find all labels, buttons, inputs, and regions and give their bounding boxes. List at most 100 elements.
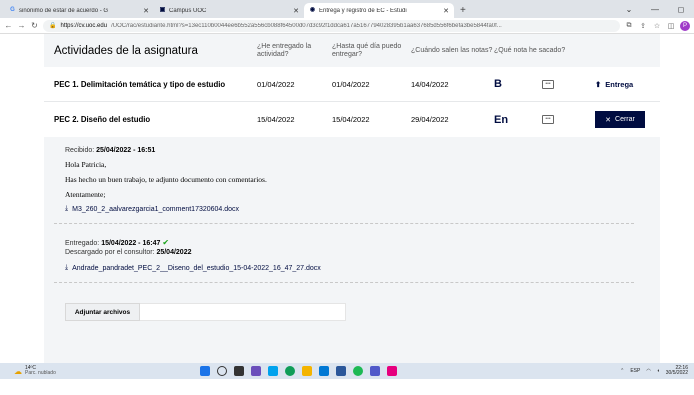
- weather-widget[interactable]: ☁ 14ºC Parc. nublado: [0, 366, 200, 376]
- file-explorer-icon[interactable]: [302, 366, 312, 376]
- column-header-deadline: ¿Hasta qué día puedo entregar?: [332, 42, 402, 58]
- tab-title: sinónimo de estar de acuerdo - G: [19, 7, 109, 14]
- forward-icon[interactable]: →: [17, 21, 26, 30]
- downloaded-label: Descargado por el consultor:: [65, 249, 155, 256]
- delivered-date: 01/04/2022: [257, 79, 295, 89]
- profile-avatar[interactable]: P: [680, 20, 690, 31]
- downloaded-line: Descargado por el consultor: 25/04/2022: [65, 249, 660, 256]
- chrome-icon[interactable]: [285, 366, 295, 376]
- table-row: PEC 2. Diseño del estudio 15/04/2022 15/…: [44, 102, 660, 137]
- delivered-date: 15/04/2022: [257, 115, 295, 124]
- share-icon[interactable]: ⇪: [638, 22, 648, 30]
- attach-files-button[interactable]: Adjuntar archivos: [65, 303, 140, 321]
- maximize-button[interactable]: ◻: [668, 5, 694, 14]
- google-icon: G: [10, 7, 15, 13]
- deadline-date: 15/04/2022: [332, 115, 370, 124]
- activity-name: PEC 2. Diseño del estudio: [54, 115, 151, 124]
- wifi-icon[interactable]: ◠: [646, 368, 650, 374]
- table-row: PEC 1. Delimitación temática y tipo de e…: [44, 67, 660, 102]
- submitted-file-link[interactable]: ⤓ Andrade_pandradet_PEC_2__Diseno_del_est…: [65, 264, 660, 272]
- upload-icon: ⬆: [595, 79, 602, 89]
- page-title: Actividades de la asignatura: [54, 44, 198, 57]
- volume-icon[interactable]: ◖: [657, 368, 660, 374]
- teams-icon[interactable]: [370, 366, 380, 376]
- back-icon[interactable]: ←: [4, 21, 13, 30]
- feedback-file-name: M3_260_2_aalvarezgarcia1_comment17320604…: [72, 205, 240, 213]
- system-tray: ⌃ ESP ◠ ◖ 22:16 30/5/2022: [620, 366, 694, 376]
- uoc-icon: ◉: [309, 7, 316, 13]
- search-icon[interactable]: [217, 366, 227, 376]
- column-header-delivered: ¿He entregado la actividad?: [257, 42, 312, 58]
- grades-date: 29/04/2022: [411, 115, 449, 124]
- close-icon: ✕: [605, 116, 612, 124]
- side-panel-icon[interactable]: ◫: [666, 22, 676, 30]
- divider: [54, 282, 634, 283]
- close-tab-icon[interactable]: ✕: [143, 7, 149, 15]
- photos-icon[interactable]: [387, 366, 397, 376]
- submitted-file-name: Andrade_pandradet_PEC_2__Diseno_del_estu…: [72, 264, 321, 272]
- grades-date: 14/04/2022: [411, 79, 449, 89]
- bookmark-star-icon[interactable]: ☆: [652, 22, 662, 30]
- tab-google[interactable]: G sinónimo de estar de acuerdo - G ✕: [4, 3, 154, 18]
- lock-icon: 🔒: [49, 23, 57, 29]
- entrega-label: Entrega: [605, 79, 634, 89]
- close-tab-icon[interactable]: ✕: [443, 7, 449, 15]
- comment-icon[interactable]: •••: [542, 79, 554, 89]
- divider: [54, 223, 634, 224]
- store-icon[interactable]: [319, 366, 329, 376]
- received-value: 25/04/2022 - 16:51: [96, 147, 156, 154]
- tab-title: Entrega y registro de EC - Estudi: [319, 7, 407, 14]
- minimize-button[interactable]: —: [642, 5, 668, 14]
- feedback-closing: Atentamente;: [65, 190, 106, 199]
- weather-icon: ☁: [14, 366, 22, 376]
- feedback-greeting: Hola Patricia,: [65, 160, 107, 169]
- downloaded-value: 25/04/2022: [156, 249, 192, 256]
- column-header-grade: ¿Qué nota he sacado?: [494, 46, 566, 54]
- windows-start-icon[interactable]: [200, 366, 210, 376]
- chevron-up-icon[interactable]: ⌃: [620, 368, 624, 374]
- activity-name: PEC 1. Delimitación temática y tipo de e…: [54, 79, 226, 89]
- uoc-icon: ▣: [159, 7, 166, 13]
- cerrar-button[interactable]: ✕ Cerrar: [595, 111, 645, 128]
- deadline-date: 01/04/2022: [332, 79, 370, 89]
- tab-campus-uoc[interactable]: ▣ Campus UOC ✕: [154, 3, 304, 18]
- clock[interactable]: 22:16 30/5/2022: [666, 366, 688, 376]
- window-controls: ⌄ — ◻: [616, 0, 694, 18]
- received-line: Recibido: 25/04/2022 - 16:51: [65, 147, 660, 154]
- attach-files-field[interactable]: [140, 303, 346, 321]
- column-header-grades-date: ¿Cuándo salen las notas?: [411, 46, 493, 54]
- tab-entrega-registro[interactable]: ◉ Entrega y registro de EC - Estudi ✕: [304, 3, 454, 18]
- comment-icon[interactable]: •••: [542, 115, 554, 124]
- feedback-file-link[interactable]: ⤓ M3_260_2_aalvarezgarcia1_comment1732060…: [65, 205, 660, 213]
- task-view-icon[interactable]: [234, 366, 244, 376]
- entrega-button[interactable]: ⬆ Entrega: [595, 80, 633, 89]
- new-tab-button[interactable]: +: [454, 5, 472, 18]
- browser-tab-bar: G sinónimo de estar de acuerdo - G ✕ ▣ C…: [0, 0, 694, 18]
- close-tab-icon[interactable]: ✕: [293, 7, 299, 15]
- upload-area: Adjuntar archivos: [65, 303, 660, 321]
- edge-icon[interactable]: [268, 366, 278, 376]
- activities-panel: Actividades de la asignatura ¿He entrega…: [44, 34, 660, 379]
- date: 30/5/2022: [665, 370, 688, 376]
- spotify-icon[interactable]: [353, 366, 363, 376]
- cerrar-label: Cerrar: [615, 116, 635, 123]
- table-header: Actividades de la asignatura ¿He entrega…: [44, 34, 660, 67]
- windows-taskbar: ☁ 14ºC Parc. nublado ⌃ ESP ◠ ◖ 22:16 30/5/…: [0, 363, 694, 379]
- install-app-icon[interactable]: ⧉: [624, 22, 634, 30]
- delivered-label: Entregado:: [65, 240, 100, 247]
- feedback-message: Has hecho un buen trabajo, te adjunto do…: [65, 175, 267, 184]
- check-icon: ✔: [162, 238, 170, 247]
- received-label: Recibido:: [65, 147, 95, 154]
- page-content: Actividades de la asignatura ¿He entrega…: [0, 34, 694, 379]
- reload-icon[interactable]: ↻: [30, 21, 39, 30]
- address-bar-row: ← → ↻ 🔒 https://cv.uoc.edu/UOC/rac/estud…: [0, 18, 694, 34]
- language-indicator[interactable]: ESP: [630, 368, 640, 374]
- word-icon[interactable]: [336, 366, 346, 376]
- grade-value: B: [494, 78, 502, 90]
- url-path: /UOC/rac/estudiante.html?s=13ec110b0044e…: [111, 22, 502, 29]
- url-host: https://cv.uoc.edu: [60, 22, 108, 29]
- tab-title: Campus UOC: [169, 7, 207, 14]
- chat-icon[interactable]: [251, 366, 261, 376]
- tab-search-icon[interactable]: ⌄: [616, 5, 642, 14]
- url-field[interactable]: 🔒 https://cv.uoc.edu/UOC/rac/estudiante.…: [43, 19, 620, 32]
